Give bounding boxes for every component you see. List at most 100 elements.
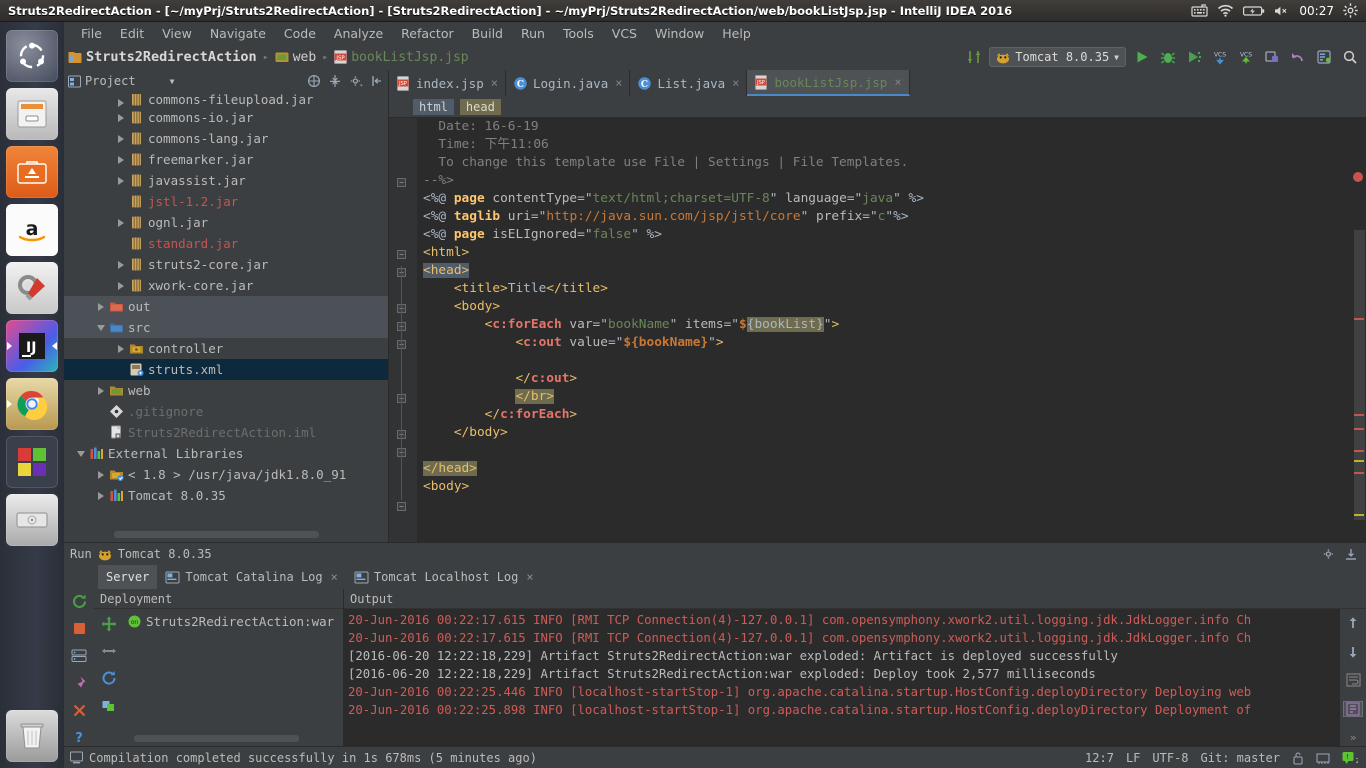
memory-indicator-icon[interactable] [1316,751,1330,765]
vcs-commit-button[interactable]: VCS [1236,47,1256,67]
editor-tab[interactable]: JSP bookListJsp.jsp × [747,70,910,96]
code-line[interactable]: Date: 16-6-19 [423,118,1366,136]
breadcrumb-project[interactable]: Struts2RedirectAction [86,49,257,65]
chevron-right-icon[interactable] [94,491,108,500]
restart-server-icon[interactable] [70,647,88,664]
scroll-to-end-icon[interactable] [1343,700,1363,718]
vcs-branch[interactable]: Git: master [1201,751,1280,765]
expand-all-icon[interactable] [307,74,321,88]
chevron-down-icon[interactable] [94,324,108,331]
project-chevron-down-icon[interactable]: ▼ [170,77,175,86]
stop-icon[interactable] [70,620,88,637]
launcher-item-workspace-switcher[interactable] [6,436,58,488]
collapse-all-icon[interactable] [328,74,342,88]
tree-row[interactable]: out [64,296,388,317]
tree-row[interactable]: freemarker.jar [64,149,388,170]
tree-row[interactable]: Struts2RedirectAction.iml [64,422,388,443]
menu-tools[interactable]: Tools [554,24,603,43]
tree-row[interactable]: standard.jar [64,233,388,254]
launcher-item-amazon[interactable]: a [6,204,58,256]
scroll-up-icon[interactable] [1343,615,1363,632]
hide-panel-icon[interactable] [370,74,384,88]
code-line[interactable]: </c:out> [423,370,1366,388]
close-icon[interactable]: × [331,570,338,584]
chevron-right-icon[interactable] [94,302,108,311]
code-line[interactable]: <%@ page isELIgnored="false" %> [423,226,1366,244]
close-icon[interactable] [70,702,88,719]
rerun-icon[interactable] [70,593,88,610]
code-editor[interactable]: − − − − − − − − − − Date: 16-6-19 Time: … [389,118,1366,542]
settings-button[interactable] [1314,47,1334,67]
menu-vcs[interactable]: VCS [603,24,646,43]
code-line[interactable]: <c:forEach var="bookName" items="${bookL… [423,316,1366,334]
keyboard-icon[interactable] [1191,4,1209,17]
coverage-button[interactable] [1184,47,1204,67]
error-marker[interactable] [1354,450,1364,452]
editor-tab[interactable]: JSP index.jsp × [389,70,506,96]
tree-row[interactable]: commons-io.jar [64,107,388,128]
deploy-all-icon[interactable] [100,615,118,633]
fold-marker[interactable]: − [397,502,406,511]
caret-position[interactable]: 12:7 [1085,751,1114,765]
run-window-tab[interactable]: Tomcat Catalina Log × [157,565,346,589]
editor-gutter[interactable]: − − − − − − − − − − [389,118,417,542]
close-icon[interactable]: × [491,76,498,90]
tree-row[interactable]: struts.xml [64,359,388,380]
run-button[interactable] [1132,47,1152,67]
code-line[interactable]: <%@ page contentType="text/html;charset=… [423,190,1366,208]
chevron-right-icon[interactable] [114,155,128,164]
code-line[interactable]: To change this template use File | Setti… [423,154,1366,172]
tree-row[interactable]: < 1.8 > /usr/java/jdk1.8.0_91 [64,464,388,485]
fold-marker[interactable]: − [397,178,406,187]
deployment-artifact-row[interactable]: on Struts2RedirectAction:war [124,614,343,629]
settings-gear-icon[interactable] [1322,547,1336,561]
chevron-right-icon[interactable] [114,134,128,143]
run-window-tab[interactable]: Server [98,565,158,589]
code-line[interactable]: </body> [423,424,1366,442]
scroll-down-icon[interactable] [1343,644,1363,661]
tree-row[interactable]: struts2-core.jar [64,254,388,275]
menu-build[interactable]: Build [463,24,512,43]
chevron-down-icon[interactable] [74,450,88,457]
code-text[interactable]: Date: 16-6-19 Time: 下午11:06 To change th… [417,118,1366,542]
close-icon[interactable]: × [894,75,901,89]
menu-refactor[interactable]: Refactor [392,24,462,43]
help-icon[interactable]: ? [70,729,88,746]
chevron-right-icon[interactable] [94,386,108,395]
error-stripe-indicator[interactable] [1353,172,1363,182]
editor-scrollbar-thumb[interactable] [1354,230,1365,520]
breadcrumb-file[interactable]: bookListJsp.jsp [351,50,468,65]
console-output[interactable]: 20-Jun-2016 00:22:17.615 INFO [RMI TCP C… [344,609,1340,746]
launcher-item-disk-utility[interactable] [6,494,58,546]
warning-marker[interactable] [1354,514,1364,516]
launcher-item-google-chrome[interactable] [6,378,58,430]
hide-panel-icon[interactable] [1344,547,1358,561]
chevron-right-icon[interactable] [114,113,128,122]
menu-window[interactable]: Window [646,24,713,43]
artifact-settings-icon[interactable] [100,696,118,714]
code-line[interactable]: </c:forEach> [423,406,1366,424]
project-tree-hscrollbar[interactable] [114,531,319,538]
close-icon[interactable]: × [615,76,622,90]
error-marker[interactable] [1354,414,1364,416]
editor-tab[interactable]: C Login.java × [506,70,631,96]
expand-more-icon[interactable]: » [1343,729,1363,746]
error-marker[interactable] [1354,428,1364,430]
chevron-right-icon[interactable] [114,260,128,269]
code-line[interactable]: </br> [423,388,1366,406]
pin-tab-icon[interactable] [70,675,88,692]
run-window-tab[interactable]: Tomcat Localhost Log × [346,565,542,589]
code-line[interactable]: --%> [423,172,1366,190]
gear-icon[interactable] [1343,3,1358,18]
launcher-item-software-center[interactable] [6,146,58,198]
menu-code[interactable]: Code [275,24,325,43]
launcher-item-system-settings[interactable] [6,262,58,314]
chevron-right-icon[interactable] [94,470,108,479]
menu-run[interactable]: Run [512,24,554,43]
tree-row[interactable]: Tomcat 8.0.35 [64,485,388,506]
menu-help[interactable]: Help [713,24,760,43]
menu-edit[interactable]: Edit [111,24,153,43]
debug-button[interactable] [1158,47,1178,67]
soft-wrap-icon[interactable] [1343,672,1363,689]
error-marker[interactable] [1354,318,1364,320]
